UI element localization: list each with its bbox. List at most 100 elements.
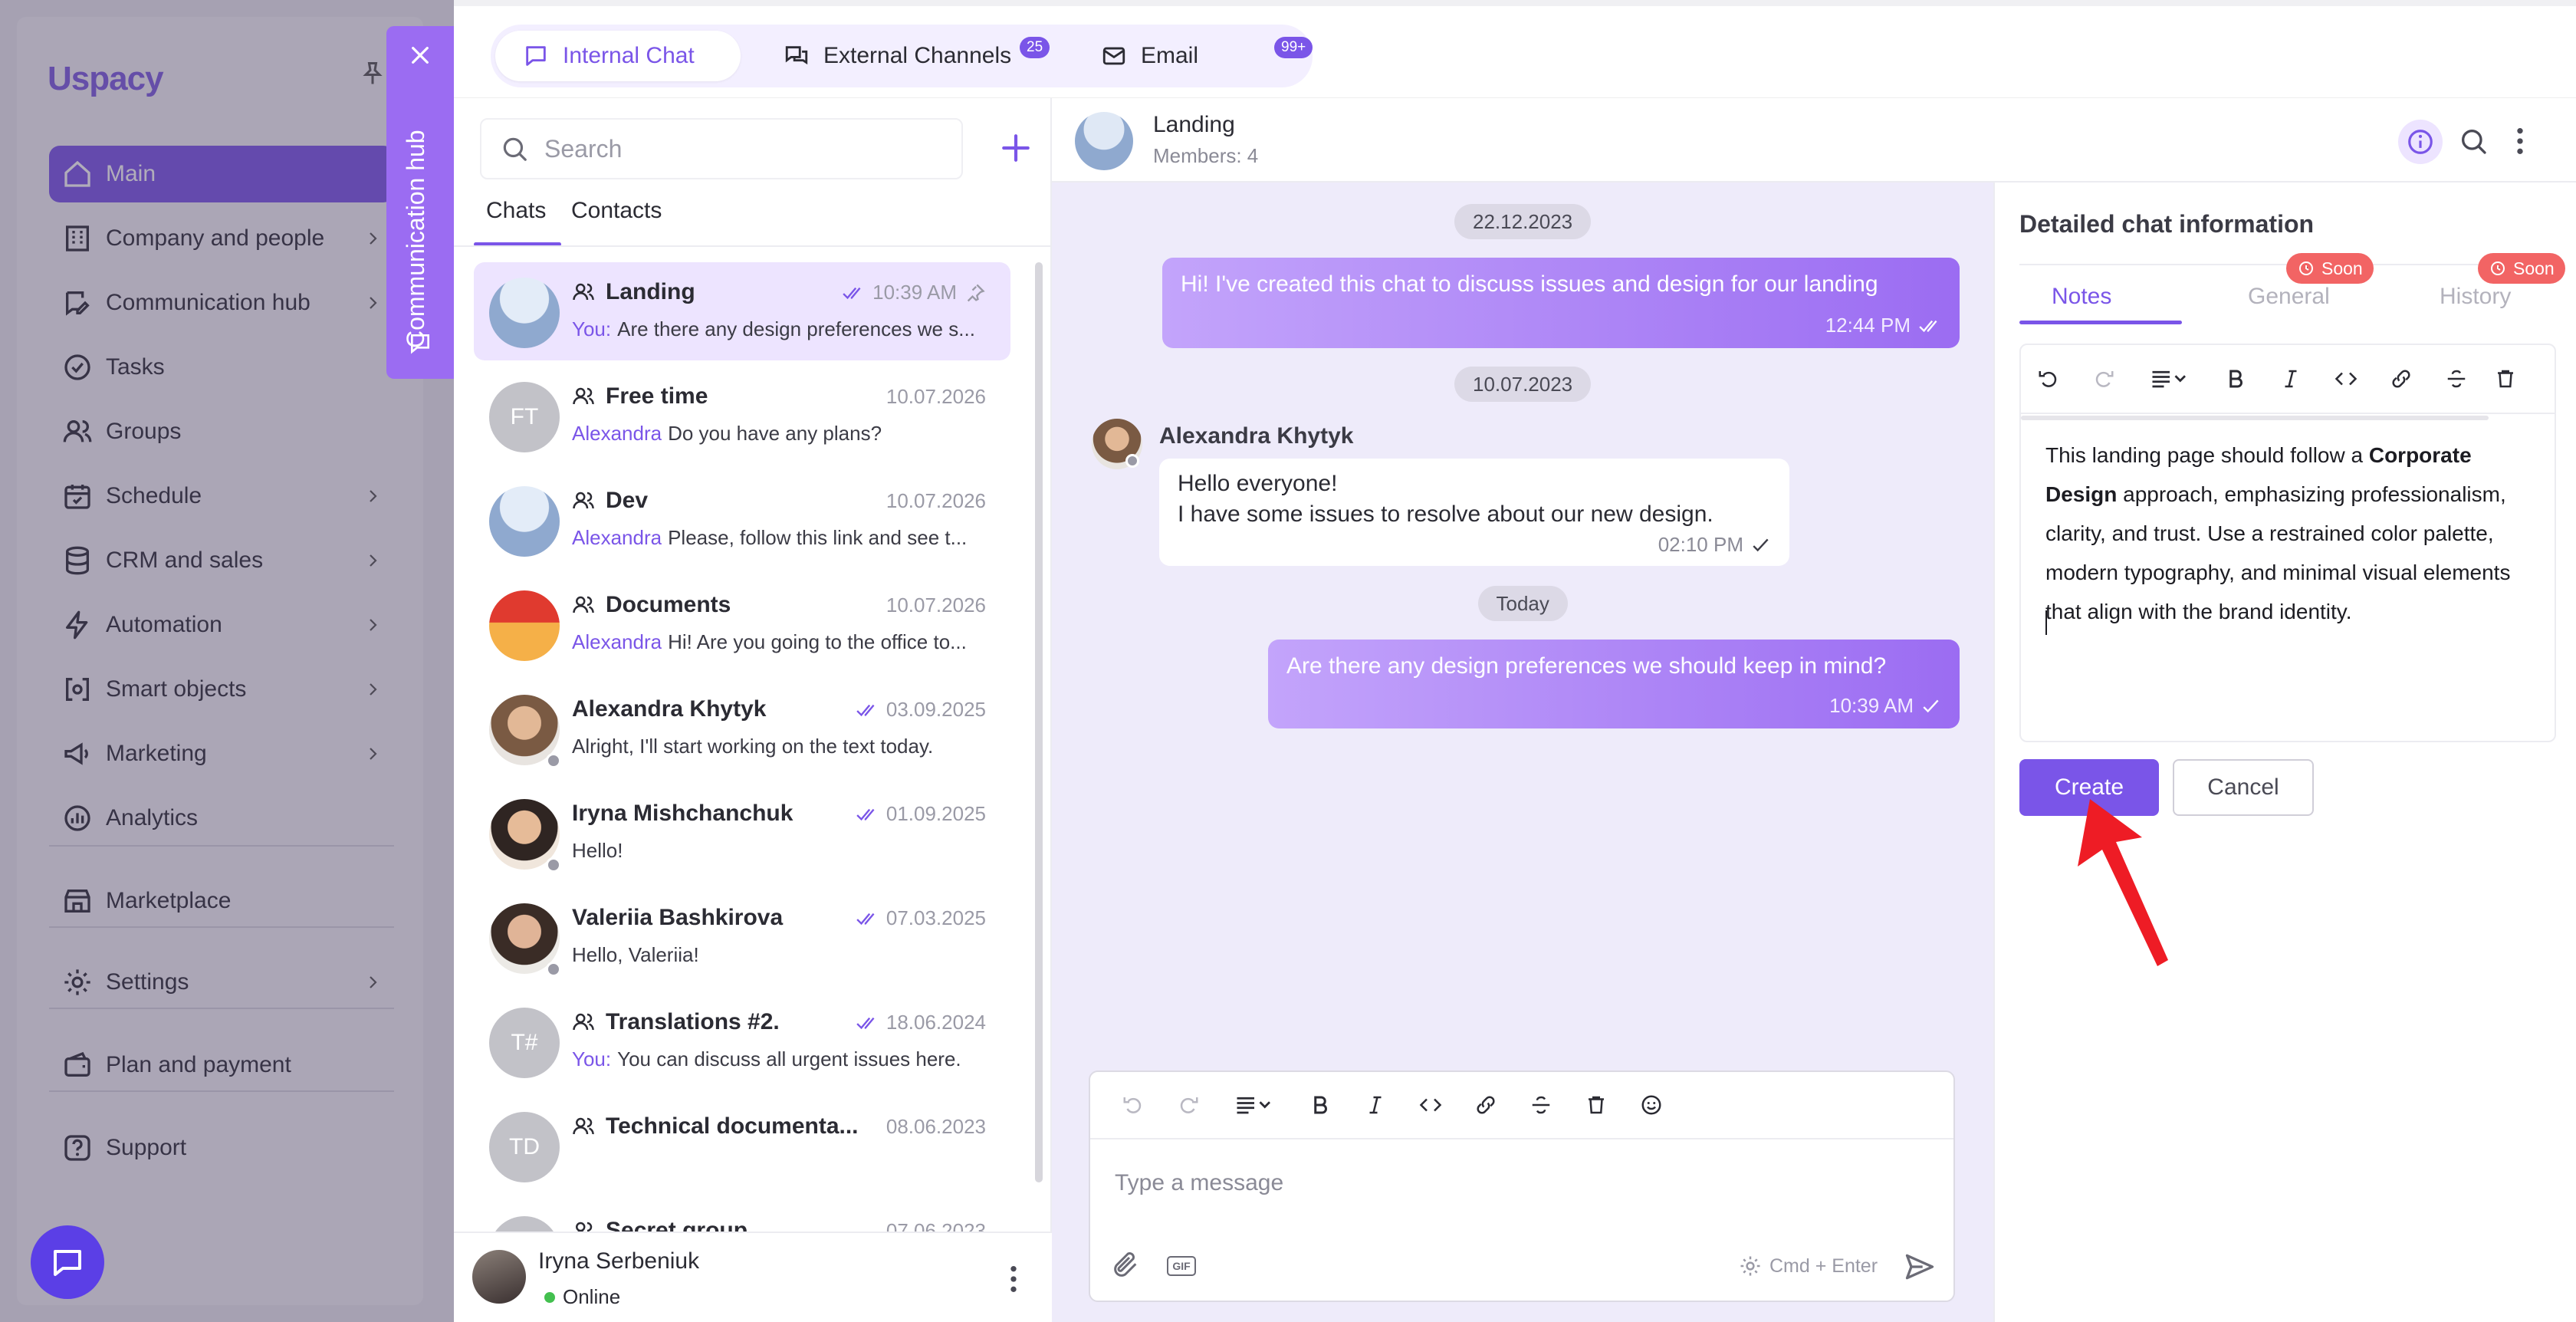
italic-icon [1369,1096,1382,1114]
preview-text: Hello, Valeriia! [572,943,699,966]
online-status-label: Online [563,1285,621,1308]
tab-email[interactable]: Email [1073,31,1265,81]
strikethrough-button[interactable] [2429,367,2484,390]
chat-time: 01.09.2025 [856,802,986,826]
chat-time-text: 03.09.2025 [886,698,986,721]
code-icon [1419,1098,1442,1112]
communication-hub-tab[interactable]: Communication hub [386,26,454,379]
undo-button[interactable] [1106,1093,1161,1116]
tab-external-channels[interactable]: External Channels [756,31,1047,81]
tab-notes[interactable]: Notes [2052,284,2111,310]
preview-author: Alexandra [572,526,662,549]
search-input[interactable]: Search [480,118,963,179]
link-button[interactable] [1458,1093,1513,1116]
info-button[interactable] [2398,120,2443,164]
emoji-button[interactable] [1624,1093,1679,1116]
history-soon-badge: Soon [2478,253,2565,284]
message-author[interactable]: Alexandra Khytyk [1159,423,1353,449]
current-user-avatar[interactable] [472,1250,526,1304]
strikethrough-button[interactable] [1513,1093,1569,1116]
chat-list-item[interactable]: Alexandra Khytyk 03.09.2025 Alright, I'll … [474,679,1010,778]
bold-button[interactable] [1293,1093,1348,1116]
chat-list-item[interactable]: Landing 10:39 AM You: Are there any design … [474,262,1010,360]
chat-list-item[interactable]: Dev 10.07.2026 Alexandra Please, follow thi… [474,471,1010,569]
italic-button[interactable] [1348,1093,1403,1116]
outgoing-message[interactable]: Are there any design preferences we shou… [1268,640,1960,728]
editor-toolbar-scrollbar[interactable] [2021,416,2489,420]
send-shortcut-setting[interactable]: Cmd + Enter [1739,1255,1878,1278]
redo-button[interactable] [1161,1093,1216,1116]
tab-internal-chat[interactable]: Internal Chat [495,31,741,81]
align-dropdown[interactable] [2131,367,2208,390]
trash-icon [2498,370,2513,388]
gif-icon[interactable]: GIF [1167,1256,1196,1276]
tab-external-channels-label: External Channels [823,43,1012,68]
chat-edit-icon [411,334,429,354]
conversation-header: Landing Members: 4 [1052,98,2576,183]
more-vertical-icon[interactable] [1007,1264,1020,1294]
tab-general[interactable]: General [2248,284,2330,310]
check-icon [1921,698,1941,715]
emoji-icon [1641,1095,1661,1115]
search-icon[interactable] [2458,126,2489,156]
chat-avatar [489,486,560,557]
tab-contacts[interactable]: Contacts [571,198,662,224]
chat-avatar[interactable] [1075,112,1133,170]
cancel-button[interactable]: Cancel [2173,759,2314,816]
chat-avatar: T# [489,1008,560,1078]
chat-name: Dev [572,488,648,514]
clear-format-button[interactable] [2484,367,2527,390]
chat-list-item[interactable]: T# Translations #2. 18.06.2024 You: You can … [474,992,1010,1090]
tab-internal-chat-label: Internal Chat [563,43,695,68]
code-button[interactable] [2318,367,2374,390]
offline-status-dot [1125,454,1139,468]
chat-list-item[interactable]: Iryna Mishchanchuk 01.09.2025 Hello! [474,784,1010,882]
read-check-icon [856,701,879,719]
code-button[interactable] [1403,1093,1458,1116]
chat-name-text: Free time [606,383,708,409]
pin-icon[interactable] [964,282,986,304]
plus-icon [1002,134,1030,162]
bold-button[interactable] [2208,367,2263,390]
more-vertical-icon[interactable] [2515,126,2525,156]
composer-toolbar [1090,1072,1953,1139]
chat-list-item[interactable]: TD Technical documenta... 08.06.2023 [474,1097,1010,1195]
chat-name: Landing [572,279,695,305]
chat-list-scrollbar[interactable] [1035,262,1043,1182]
divider [454,245,1052,247]
group-icon [572,1011,595,1034]
chat-list-item[interactable]: FT Free time 10.07.2026 Alexandra Do you hav… [474,367,1010,465]
chat-list-item[interactable]: Valeriia Bashkirova 07.03.2025 Hello, Vale… [474,888,1010,986]
clear-format-button[interactable] [1569,1093,1624,1116]
send-icon[interactable] [1903,1250,1937,1284]
tab-chats[interactable]: Chats [486,198,546,224]
tab-history[interactable]: History [2440,284,2511,310]
message-input[interactable]: Type a message [1115,1170,1283,1196]
redo-button[interactable] [2076,367,2131,390]
search-placeholder: Search [544,134,623,163]
double-check-icon [1918,317,1941,334]
chat-name: Translations #2. [572,1009,780,1035]
chat-title[interactable]: Landing [1153,112,1235,138]
new-chat-button[interactable] [991,123,1041,173]
notes-text-area[interactable]: This landing page should follow a Corpor… [2045,436,2536,631]
preview-author: You: [572,317,612,340]
chat-name-text: Alexandra Khytyk [572,696,767,722]
incoming-message[interactable]: Hello everyone! I have some issues to res… [1159,459,1789,566]
chat-details-panel: Detailed chat information Notes General … [1993,183,2576,1322]
undo-icon [1123,1097,1142,1113]
message-composer: Type a message GIF Cmd + Enter [1089,1070,1955,1302]
align-dropdown[interactable] [1216,1093,1293,1116]
note-text: This landing page should follow a [2045,443,2369,467]
chat-list-item[interactable]: Documents 10.07.2026 Alexandra Hi! Are you … [474,575,1010,673]
chat-support-button[interactable] [31,1225,104,1299]
attach-icon[interactable] [1110,1250,1141,1281]
general-soon-label: Soon [2321,258,2363,278]
link-button[interactable] [2374,367,2429,390]
undo-button[interactable] [2021,367,2076,390]
preview-text: Alright, I'll start working on the text … [572,735,934,758]
info-icon [2408,130,2433,154]
chat-members-count: Members: 4 [1153,144,1259,167]
italic-button[interactable] [2263,367,2318,390]
outgoing-message[interactable]: Hi! I've created this chat to discuss is… [1162,258,1960,348]
